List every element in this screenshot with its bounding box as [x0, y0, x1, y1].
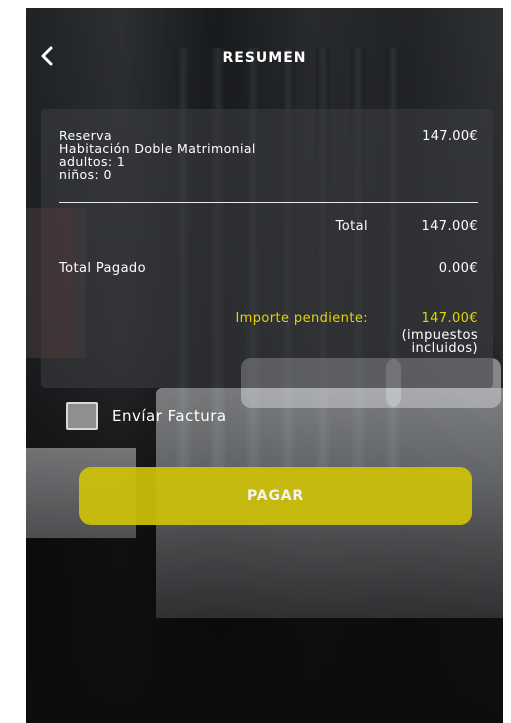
reservation-price: 147.00€ — [422, 129, 478, 144]
page-title: RESUMEN — [222, 50, 307, 66]
send-invoice-label: Envíar Factura — [112, 407, 227, 425]
pay-button[interactable]: PAGAR — [79, 467, 472, 525]
children-count: niños: 0 — [59, 167, 112, 182]
paid-label: Total Pagado — [59, 261, 146, 276]
send-invoice-option[interactable]: Envíar Factura — [66, 401, 227, 431]
reservation-details: Reserva Habitación Doble Matrimonial adu… — [59, 129, 256, 181]
summary-card: Reserva Habitación Doble Matrimonial adu… — [41, 109, 493, 388]
total-value: 147.00€ — [421, 219, 478, 234]
taxes-note: (impuestos incluidos) — [358, 329, 478, 355]
taxes-line-2: incluidos) — [411, 341, 478, 356]
total-label: Total — [335, 219, 368, 234]
header: RESUMEN — [26, 8, 503, 108]
pending-label: Importe pendiente: — [235, 311, 368, 326]
pending-value: 147.00€ — [421, 311, 478, 326]
app-screen: RESUMEN Reserva Habitación Doble Matrimo… — [26, 8, 503, 723]
send-invoice-checkbox[interactable] — [66, 402, 98, 430]
paid-value: 0.00€ — [438, 261, 478, 276]
divider — [59, 202, 478, 203]
